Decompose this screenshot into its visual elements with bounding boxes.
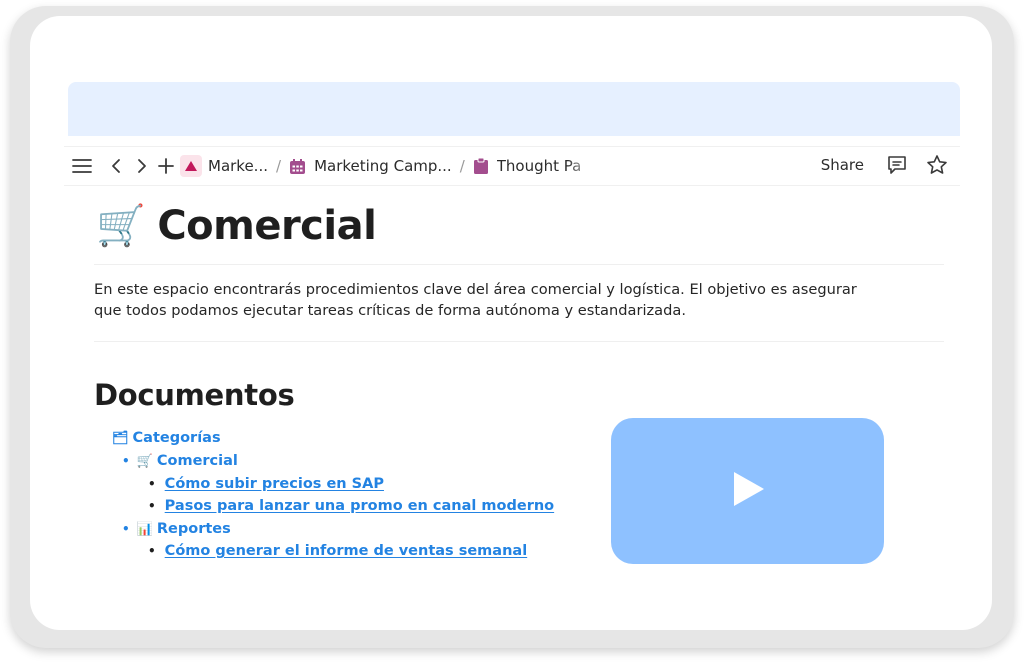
tree-group-label: Comercial: [156, 453, 238, 469]
back-icon[interactable]: [104, 154, 128, 178]
tree-group-comercial[interactable]: • 🛒 Comercial: [122, 453, 238, 469]
intro-line: que todos podamos ejecutar tareas crític…: [94, 302, 686, 319]
page-title: 🛒 Comercial: [96, 202, 377, 250]
cover-banner: [68, 82, 960, 136]
tree-item: • Pasos para lanzar una promo en canal m…: [148, 498, 554, 514]
divider: [94, 264, 944, 265]
folder-icon: 🗂: [112, 430, 129, 446]
bullet: •: [148, 499, 156, 513]
breadcrumb-label: Thought Pa: [496, 157, 582, 175]
intro-paragraph: En este espacio encontrarás procedimient…: [94, 279, 944, 321]
star-icon[interactable]: [926, 154, 948, 180]
comment-icon[interactable]: [886, 154, 908, 180]
shopping-cart-icon: 🛒: [136, 453, 153, 469]
triangle-page-icon: [180, 155, 202, 177]
clipboard-icon: [473, 157, 489, 175]
play-icon[interactable]: [728, 469, 768, 513]
breadcrumb-item-1[interactable]: Marke...: [180, 155, 268, 177]
forward-icon[interactable]: [130, 154, 154, 178]
menu-icon[interactable]: [70, 154, 94, 178]
intro-line: En este espacio encontrarás procedimient…: [94, 281, 857, 298]
doc-link[interactable]: Cómo subir precios en SAP: [165, 476, 384, 492]
bullet: •: [122, 454, 130, 468]
tree-root[interactable]: 🗂 Categorías: [112, 430, 221, 446]
tree-root-label: Categorías: [132, 430, 221, 446]
calendar-icon: [289, 158, 306, 175]
section-heading: Documentos: [94, 378, 295, 412]
breadcrumb-item-2[interactable]: Marketing Camp...: [289, 157, 452, 175]
share-button[interactable]: Share: [821, 156, 864, 174]
doc-link[interactable]: Pasos para lanzar una promo en canal mod…: [165, 498, 554, 514]
breadcrumb-item-3[interactable]: Thought Pa: [473, 157, 597, 175]
doc-link[interactable]: Cómo generar el informe de ventas semana…: [165, 543, 528, 559]
page-title-text: Comercial: [157, 202, 377, 249]
breadcrumb-separator: /: [276, 157, 282, 175]
top-toolbar: Marke... / Marketing Camp... / Thought P…: [64, 146, 960, 186]
add-icon[interactable]: [154, 154, 178, 178]
divider: [94, 341, 944, 342]
breadcrumb-label: Marke...: [208, 157, 268, 175]
tree-group-reportes[interactable]: • 📊 Reportes: [122, 521, 231, 537]
bullet: •: [122, 522, 130, 536]
breadcrumb-separator: /: [459, 157, 465, 175]
tree-item: • Cómo generar el informe de ventas sema…: [148, 543, 527, 559]
video-player[interactable]: [611, 418, 884, 564]
bar-chart-icon: 📊: [136, 521, 153, 537]
bullet: •: [148, 477, 156, 491]
bullet: •: [148, 544, 156, 558]
shopping-cart-icon: 🛒: [96, 203, 146, 249]
breadcrumb-label: Marketing Camp...: [314, 157, 452, 175]
tree-item: • Cómo subir precios en SAP: [148, 476, 384, 492]
tree-group-label: Reportes: [156, 521, 231, 537]
